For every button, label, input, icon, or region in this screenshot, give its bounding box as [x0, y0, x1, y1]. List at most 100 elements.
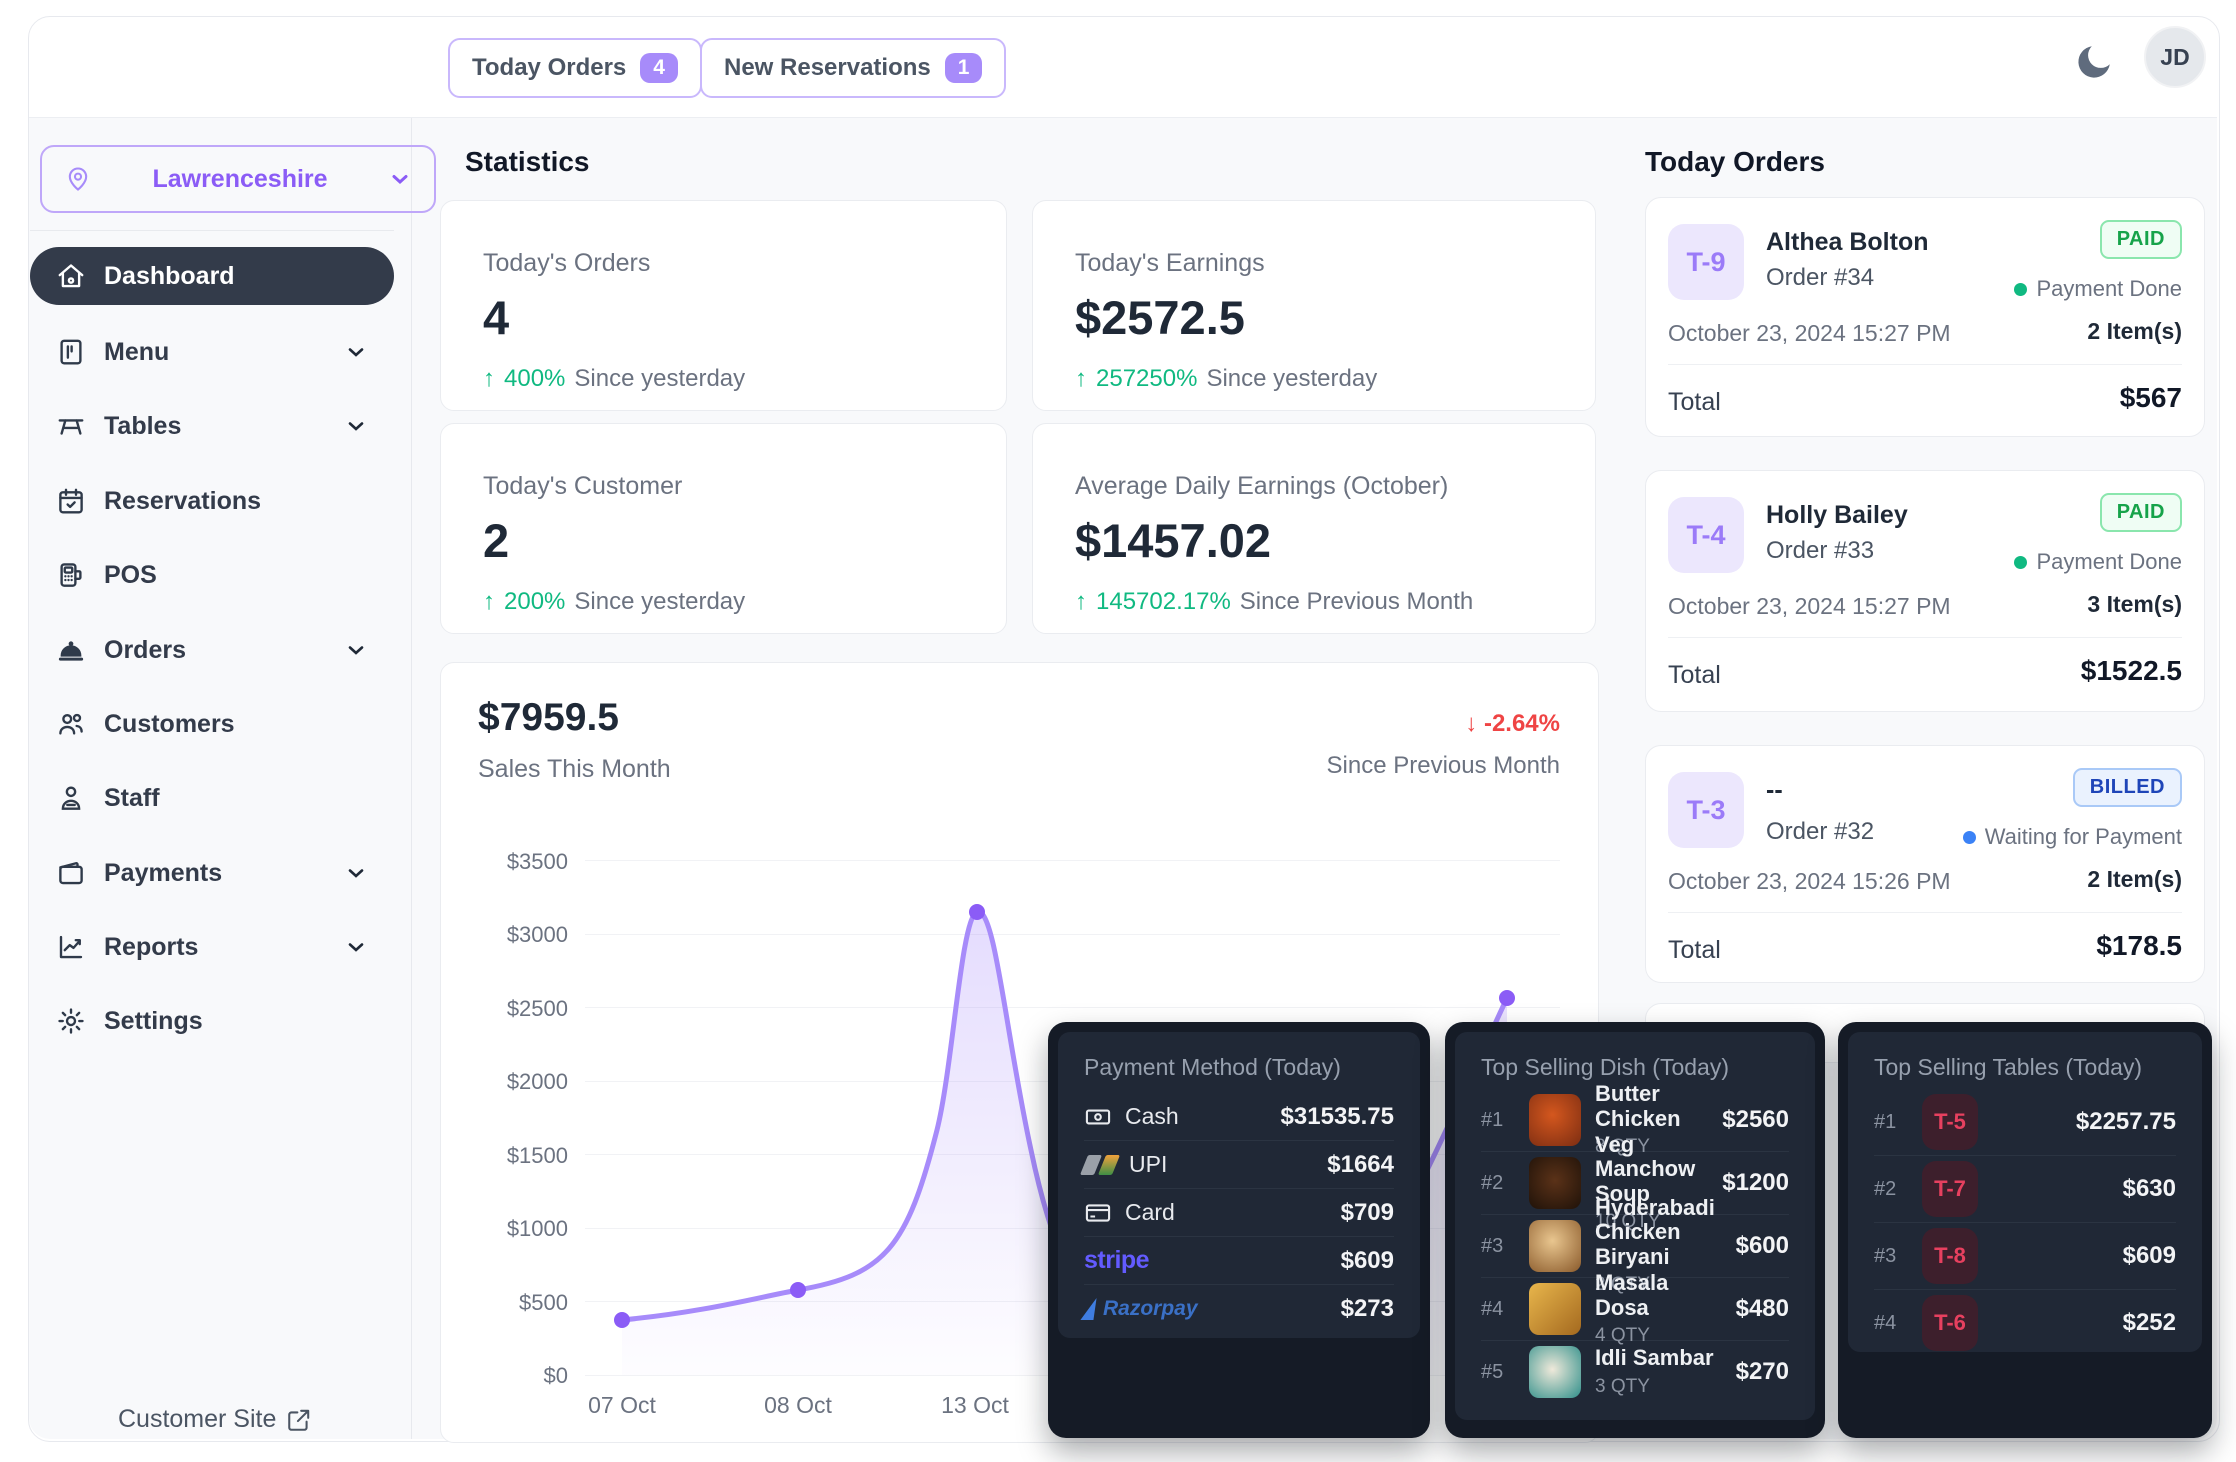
- payment-row: Cash $31535.75: [1084, 1093, 1394, 1141]
- status-badge: PAID: [2100, 493, 2182, 532]
- status-dot: [2014, 556, 2027, 569]
- chart-trend-icon: [56, 932, 86, 962]
- table-row: #2 T-7 $630: [1874, 1156, 2176, 1223]
- location-selector[interactable]: Lawrenceshire: [40, 145, 436, 213]
- payment-status-label: Payment Done: [2036, 549, 2182, 575]
- dish-image: [1529, 1346, 1581, 1398]
- table-chip: T-3: [1668, 772, 1744, 848]
- order-items-count: 2 Item(s): [2087, 866, 2182, 893]
- x-axis-tick: 08 Oct: [738, 1392, 858, 1419]
- stat-delta-note: Since yesterday: [1206, 365, 1377, 393]
- today-orders-button[interactable]: Today Orders 4: [448, 38, 702, 98]
- sidebar-item-orders[interactable]: Orders: [30, 621, 394, 679]
- user-avatar[interactable]: JD: [2144, 26, 2206, 88]
- sidebar-item-pos[interactable]: POS: [30, 546, 394, 604]
- menu-book-icon: [56, 337, 86, 367]
- dish-value: $480: [1736, 1295, 1789, 1323]
- sidebar-item-label: Menu: [104, 338, 169, 367]
- payment-status: Payment Done: [2014, 276, 2182, 302]
- table-row: #3 T-8 $609: [1874, 1223, 2176, 1290]
- sidebar-item-customers[interactable]: Customers: [30, 695, 394, 753]
- payment-label: Cash: [1125, 1103, 1179, 1130]
- x-axis-tick: 07 Oct: [562, 1392, 682, 1419]
- order-card-divider: [1668, 912, 2182, 913]
- table-icon: [56, 411, 86, 441]
- order-card[interactable]: T-3 -- Order #32 BILLED Waiting for Paym…: [1645, 745, 2205, 983]
- sidebar-item-menu[interactable]: Menu: [30, 323, 394, 381]
- sidebar-item-label: Staff: [104, 784, 160, 813]
- payment-row: stripe $609: [1084, 1237, 1394, 1285]
- sidebar-section-divider: [30, 230, 394, 231]
- y-axis-tick: $1000: [438, 1216, 568, 1242]
- y-axis-tick: $2000: [438, 1069, 568, 1095]
- down-arrow-icon: ↓: [1465, 710, 1477, 737]
- order-card[interactable]: T-9 Althea Bolton Order #34 PAID Payment…: [1645, 197, 2205, 437]
- sidebar-item-staff[interactable]: Staff: [30, 769, 394, 827]
- table-chip-red: T-6: [1922, 1295, 1978, 1351]
- sidebar-item-dashboard[interactable]: Dashboard: [30, 247, 394, 305]
- order-date: October 23, 2024 15:27 PM: [1668, 320, 1951, 347]
- location-label: Lawrenceshire: [92, 165, 388, 194]
- avatar-initials: JD: [2160, 44, 2189, 71]
- sidebar-item-label: Tables: [104, 412, 181, 441]
- new-reservations-button[interactable]: New Reservations 1: [700, 38, 1006, 98]
- y-axis-tick: $2500: [438, 996, 568, 1022]
- table-chip: T-9: [1668, 224, 1744, 300]
- dark-mode-toggle[interactable]: [2072, 40, 2116, 84]
- sidebar-item-payments[interactable]: Payments: [30, 844, 394, 902]
- dish-name: Hyderabadi Chicken Biryani: [1595, 1196, 1722, 1269]
- stat-delta-value: 400%: [504, 365, 565, 393]
- up-arrow-icon: ↑: [1075, 365, 1087, 393]
- dish-value: $1200: [1722, 1169, 1789, 1197]
- sidebar-item-reports[interactable]: Reports: [30, 918, 394, 976]
- order-date: October 23, 2024 15:26 PM: [1668, 868, 1951, 895]
- up-arrow-icon: ↑: [1075, 588, 1087, 616]
- razorpay-logo: Razorpay: [1084, 1297, 1198, 1321]
- payment-row: UPI $1664: [1084, 1141, 1394, 1189]
- stat-value: $1457.02: [1075, 513, 1553, 568]
- customer-site-link[interactable]: Customer Site: [118, 1405, 312, 1434]
- status-badge: BILLED: [2073, 768, 2182, 807]
- y-axis-tick: $500: [438, 1290, 568, 1316]
- table-chip: T-4: [1668, 497, 1744, 573]
- status-dot: [2014, 283, 2027, 296]
- dish-row: #3 Hyderabadi Chicken Biryani 2 QTY $600: [1481, 1215, 1789, 1278]
- dish-rank: #5: [1481, 1361, 1515, 1384]
- stat-delta-value: 145702.17%: [1096, 588, 1231, 616]
- dish-rank: #1: [1481, 1109, 1515, 1132]
- chevron-down-icon: [388, 167, 412, 191]
- dish-image: [1529, 1094, 1581, 1146]
- dish-rank: #2: [1481, 1172, 1515, 1195]
- payment-value: $273: [1341, 1295, 1394, 1323]
- chevron-down-icon: [344, 414, 368, 438]
- payment-status-label: Payment Done: [2036, 276, 2182, 302]
- sidebar-item-settings[interactable]: Settings: [30, 992, 394, 1050]
- top-selling-tables-panel: Top Selling Tables (Today) #1 T-5 $2257.…: [1838, 1022, 2212, 1438]
- pos-terminal-icon: [56, 560, 86, 590]
- table-row: #1 T-5 $2257.75: [1874, 1089, 2176, 1156]
- stripe-logo: stripe: [1084, 1246, 1149, 1275]
- cloche-icon: [56, 635, 86, 665]
- new-reservations-button-label: New Reservations: [724, 54, 931, 82]
- dashboard-page: Today Orders 4 New Reservations 1 JD Law…: [0, 0, 2236, 1462]
- sidebar-item-tables[interactable]: Tables: [30, 397, 394, 455]
- up-arrow-icon: ↑: [483, 365, 495, 393]
- payment-value: $609: [1341, 1247, 1394, 1275]
- dish-rank: #4: [1481, 1298, 1515, 1321]
- order-total: $1522.5: [2081, 655, 2182, 687]
- stat-delta-value: 200%: [504, 588, 565, 616]
- y-axis-tick: $3500: [438, 849, 568, 875]
- today-orders-title: Today Orders: [1645, 146, 1825, 178]
- y-axis-tick: $1500: [438, 1143, 568, 1169]
- payment-label: UPI: [1129, 1151, 1167, 1178]
- home-icon: [56, 261, 86, 291]
- sidebar-item-reservations[interactable]: Reservations: [30, 472, 394, 530]
- cash-icon: [1084, 1103, 1112, 1131]
- customer-name: Althea Bolton: [1766, 228, 1929, 257]
- sidebar-item-label: Dashboard: [104, 262, 235, 291]
- payment-method-panel: Payment Method (Today) Cash $31535.75 UP…: [1048, 1022, 1430, 1438]
- order-card[interactable]: T-4 Holly Bailey Order #33 PAID Payment …: [1645, 470, 2205, 712]
- dish-value: $600: [1736, 1232, 1789, 1260]
- table-rank: #4: [1874, 1312, 1908, 1335]
- moon-icon: [2072, 40, 2116, 84]
